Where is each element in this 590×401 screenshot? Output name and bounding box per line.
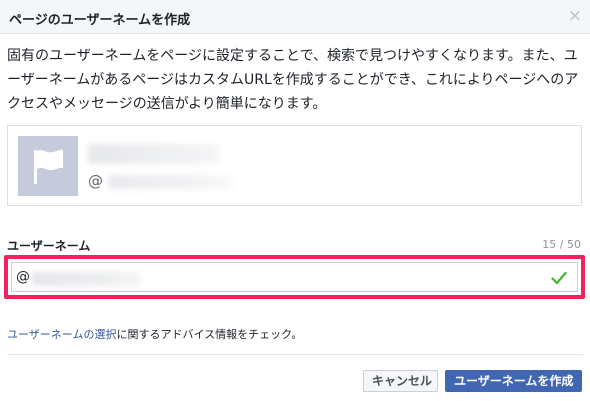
close-icon[interactable]: × — [568, 6, 582, 26]
username-label: ユーザーネーム — [7, 239, 91, 253]
footer-divider — [7, 354, 583, 355]
username-tips-link[interactable]: ユーザーネームの選択 — [7, 328, 116, 341]
page-handle-prefix: @ — [88, 172, 103, 190]
create-username-button[interactable]: ユーザーネームを作成 — [445, 370, 582, 392]
username-highlight-box: @ — [4, 255, 585, 299]
create-username-dialog: ページのユーザーネームを作成 × 固有のユーザーネームをページに設定することで、… — [0, 0, 590, 401]
description-text: 固有のユーザーネームをページに設定することで、検索で見つけやすくなります。また、… — [7, 48, 579, 112]
username-input-prefix: @ — [16, 269, 30, 285]
page-profile-picture — [18, 136, 78, 196]
check-icon — [551, 271, 567, 285]
help-text: に関するアドバイス情報をチェック。 — [116, 328, 303, 341]
page-preview-card: @ — [7, 125, 582, 206]
cancel-button[interactable]: キャンセル — [363, 370, 438, 392]
flag-icon — [34, 149, 63, 184]
character-counter: 15 / 50 — [542, 238, 581, 251]
page-handle-redacted — [108, 175, 233, 189]
username-value-redacted — [32, 272, 142, 286]
page-name-redacted — [88, 144, 218, 164]
dialog-title: ページのユーザーネームを作成 — [9, 13, 191, 28]
help-line: ユーザーネームの選択に関するアドバイス情報をチェック。 — [7, 326, 302, 342]
username-input[interactable]: @ — [11, 262, 578, 292]
dialog-header: ページのユーザーネームを作成 × — [0, 0, 590, 34]
